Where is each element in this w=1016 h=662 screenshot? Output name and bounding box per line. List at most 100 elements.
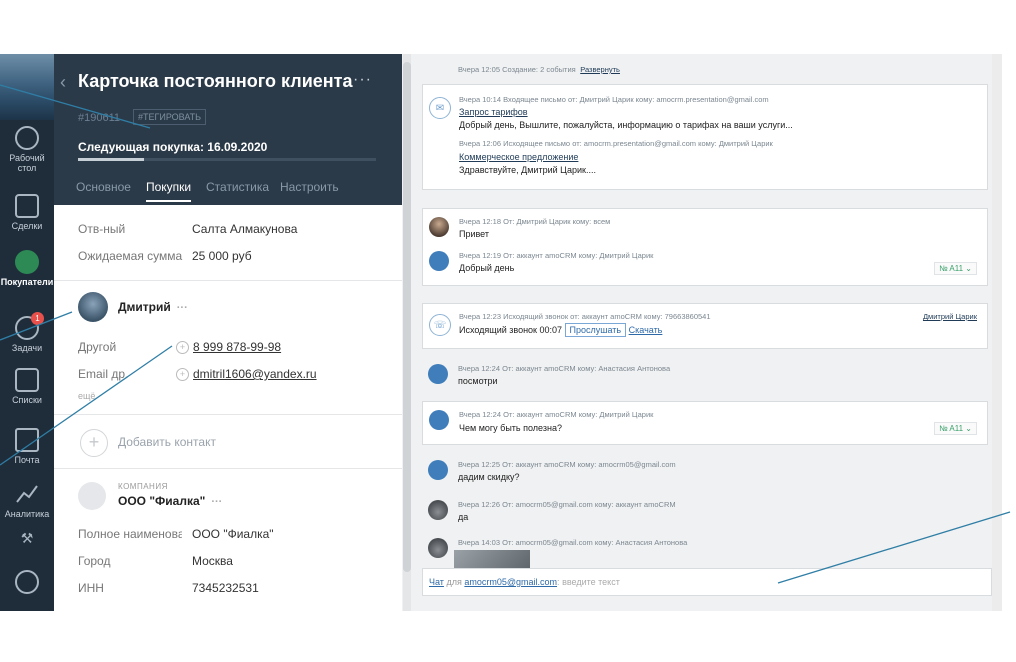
- image-attachment[interactable]: [454, 550, 530, 568]
- card-scroll-thumb[interactable]: [403, 62, 411, 572]
- envelope-icon: ✉: [429, 97, 451, 119]
- nav-lists[interactable]: Списки: [0, 368, 54, 405]
- back-arrow-icon[interactable]: ‹: [60, 72, 66, 93]
- feed-scrollbar[interactable]: [992, 54, 1002, 611]
- channel-selector[interactable]: Чат: [429, 577, 444, 587]
- add-contact-button[interactable]: Добавить контакт: [118, 435, 216, 449]
- message-meta: Вчера 12:26 От: amocrm05@gmail.com кому:…: [458, 500, 676, 509]
- message-input[interactable]: введите текст: [562, 577, 620, 587]
- field-label: Город: [78, 554, 111, 568]
- message-meta: Вчера 12:25 От: аккаунт amoCRM кому: amo…: [458, 460, 676, 469]
- left-nav: Рабочий стол Сделки Покупатели 1 Задачи …: [0, 54, 54, 611]
- nav-customers[interactable]: Покупатели: [0, 250, 54, 287]
- mail-icon: [15, 428, 39, 452]
- chat-thread[interactable]: Вчера 12:18 От: Дмитрий Царик кому: всем…: [422, 208, 988, 286]
- listen-button[interactable]: Прослушать: [564, 323, 627, 337]
- nav-analytics[interactable]: Аналитика: [0, 482, 54, 519]
- tab-main[interactable]: Основное: [76, 180, 131, 194]
- call-text: Исходящий звонок 00:07: [459, 325, 563, 335]
- card-scrollbar[interactable]: [403, 54, 411, 611]
- chat-meta: Вчера 12:18 От: Дмитрий Царик кому: всем: [459, 217, 611, 226]
- card-menu-button[interactable]: ···: [353, 71, 372, 89]
- chat-input-row: Чат для amocrm05@gmail.com: введите текс…: [429, 577, 620, 587]
- contact-avatar[interactable]: [78, 292, 108, 322]
- call-row: Исходящий звонок 00:07 Прослушать Скачат…: [459, 323, 663, 337]
- chat-message[interactable]: Вчера 12:24 От: аккаунт amoCRM кому: Дми…: [422, 401, 988, 445]
- activity-feed: Вчера 12:05 Создание: 2 события Разверну…: [416, 54, 992, 611]
- contact-email[interactable]: dmitril1606@yandex.ru: [193, 367, 317, 381]
- phone-link[interactable]: 8 999 878-99-98: [193, 340, 281, 354]
- more-fields-link[interactable]: ещё: [78, 391, 95, 401]
- wrench-icon: ⚒: [20, 530, 34, 546]
- call-responsible[interactable]: Дмитрий Царик: [923, 312, 977, 321]
- chat-text: Привет: [459, 229, 490, 239]
- email-subject[interactable]: Запрос тарифов: [459, 107, 528, 117]
- chat-number-chip[interactable]: № A11 ⌄: [934, 422, 977, 435]
- call-entry[interactable]: ☏ Вчера 12:23 Исходящий звонок от: аккау…: [422, 303, 988, 349]
- events-summary: Вчера 12:05 Создание: 2 события Разверну…: [458, 59, 620, 77]
- recipient-selector[interactable]: amocrm05@gmail.com: [464, 577, 557, 587]
- add-contact-icon[interactable]: +: [80, 429, 108, 457]
- add-phone-icon[interactable]: +: [176, 341, 189, 354]
- company-name[interactable]: ООО "Фиалка": [118, 494, 205, 508]
- card-tabs: Основное Покупки Статистика Настроить: [54, 180, 402, 205]
- user-avatar: [429, 217, 449, 237]
- client-avatar: [428, 500, 448, 520]
- account-photo[interactable]: [0, 54, 54, 120]
- app-frame: Рабочий стол Сделки Покупатели 1 Задачи …: [0, 54, 1002, 611]
- field-value[interactable]: Салта Алмакунова: [192, 222, 297, 236]
- nav-deals[interactable]: Сделки: [0, 194, 54, 231]
- tab-configure[interactable]: Настроить: [280, 180, 339, 194]
- message-text: дадим скидку?: [458, 472, 520, 482]
- amocrm-avatar: [428, 364, 448, 384]
- email-body: Здравствуйте, Дмитрий Царик....: [459, 165, 596, 175]
- nav-customers-label: Покупатели: [0, 277, 54, 287]
- contact-name[interactable]: Дмитрий: [118, 300, 171, 314]
- nav-chat[interactable]: [0, 570, 54, 597]
- tab-statistics[interactable]: Статистика: [206, 180, 269, 194]
- customer-card: ‹ Карточка постоянного клиента ··· #1906…: [54, 54, 402, 611]
- company-menu[interactable]: ···: [211, 496, 222, 508]
- add-email-icon[interactable]: +: [176, 368, 189, 381]
- tag-button[interactable]: #ТЕГИРОВАТЬ: [133, 109, 207, 125]
- nav-deals-label: Сделки: [11, 221, 43, 231]
- nav-dashboard-label2: стол: [17, 163, 37, 173]
- nav-tasks[interactable]: 1 Задачи: [0, 312, 54, 353]
- chat-meta: Вчера 12:19 От: аккаунт amoCRM кому: Дми…: [459, 251, 654, 260]
- company-name-row[interactable]: ООО "Фиалка" ···: [118, 494, 222, 508]
- download-link[interactable]: Скачать: [629, 325, 663, 335]
- field-value[interactable]: 25 000 руб: [192, 249, 252, 263]
- nav-mail[interactable]: Почта: [0, 428, 54, 465]
- nav-dashboard[interactable]: Рабочий стол: [0, 126, 54, 173]
- field-value[interactable]: ООО "Фиалка": [192, 527, 274, 541]
- next-purchase: Следующая покупка: 16.09.2020: [78, 140, 268, 154]
- email-body: Добрый день, Вышлите, пожалуйста, информ…: [459, 120, 793, 130]
- amocrm-avatar: [429, 410, 449, 430]
- email-subject[interactable]: Коммерческое предложение: [459, 152, 578, 162]
- email-meta: Вчера 10:14 Входящее письмо от: Дмитрий …: [459, 95, 769, 104]
- contact-menu[interactable]: ···: [177, 302, 188, 314]
- field-label: Ожидаемая сумма: [78, 249, 183, 263]
- nav-tasks-label: Задачи: [11, 343, 43, 353]
- nav-lists-label: Списки: [12, 395, 42, 405]
- field-value[interactable]: 7345232531: [192, 581, 259, 595]
- chart-line-icon: [15, 482, 39, 506]
- email-link[interactable]: dmitril1606@yandex.ru: [193, 367, 317, 381]
- dollar-icon: [15, 194, 39, 218]
- chat-number-chip[interactable]: № A11 ⌄: [934, 262, 977, 275]
- field-value[interactable]: Москва: [192, 554, 233, 568]
- contact-name-row[interactable]: Дмитрий ···: [118, 300, 188, 314]
- contact-phone[interactable]: 8 999 878-99-98: [193, 340, 281, 354]
- nav-settings[interactable]: ⚒: [0, 530, 54, 547]
- client-avatar: [428, 538, 448, 558]
- events-meta: Вчера 12:05 Создание: 2 события: [458, 65, 576, 74]
- email-meta: Вчера 12:06 Исходящее письмо от: amocrm.…: [459, 139, 773, 148]
- for-label: для: [446, 577, 462, 587]
- email-thread[interactable]: ✉ Вчера 10:14 Входящее письмо от: Дмитри…: [422, 84, 988, 190]
- card-title: Карточка постоянного клиента: [78, 71, 353, 91]
- field-label: ИНН: [78, 581, 104, 595]
- chat-input-bar[interactable]: Чат для amocrm05@gmail.com: введите текс…: [422, 568, 992, 596]
- expand-link[interactable]: Развернуть: [580, 65, 620, 74]
- amocrm-avatar: [429, 251, 449, 271]
- tab-purchases[interactable]: Покупки: [146, 180, 192, 202]
